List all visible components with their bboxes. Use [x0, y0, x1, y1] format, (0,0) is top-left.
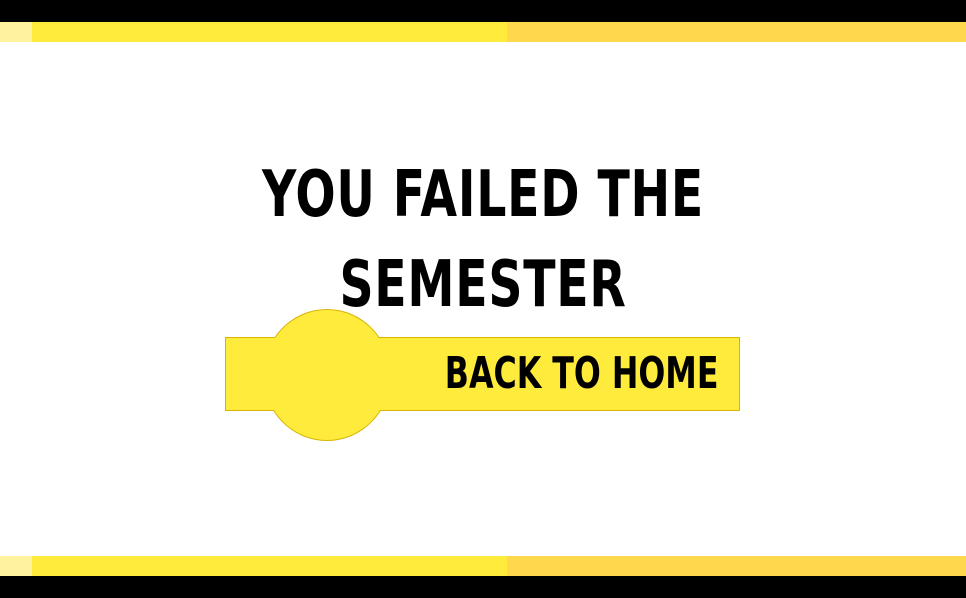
stripe-segment-gold	[507, 556, 966, 576]
stripe-segment-gold	[507, 22, 966, 42]
stripe-segment-yellow	[32, 556, 507, 576]
game-over-title: YOU FAILED THE SEMESTER	[262, 158, 704, 322]
back-to-home-label: BACK TO HOME	[444, 348, 719, 399]
game-over-screen: YOU FAILED THE SEMESTER BACK TO HOME	[0, 0, 966, 598]
stripe-segment-light	[0, 22, 32, 42]
back-to-home-button[interactable]: BACK TO HOME	[225, 309, 742, 443]
bottom-black-bar	[0, 576, 966, 598]
stripe-segment-light	[0, 556, 32, 576]
stripe-segment-yellow	[32, 22, 507, 42]
bottom-color-stripe	[0, 556, 966, 576]
top-black-bar	[0, 0, 966, 22]
top-color-stripe	[0, 22, 966, 42]
